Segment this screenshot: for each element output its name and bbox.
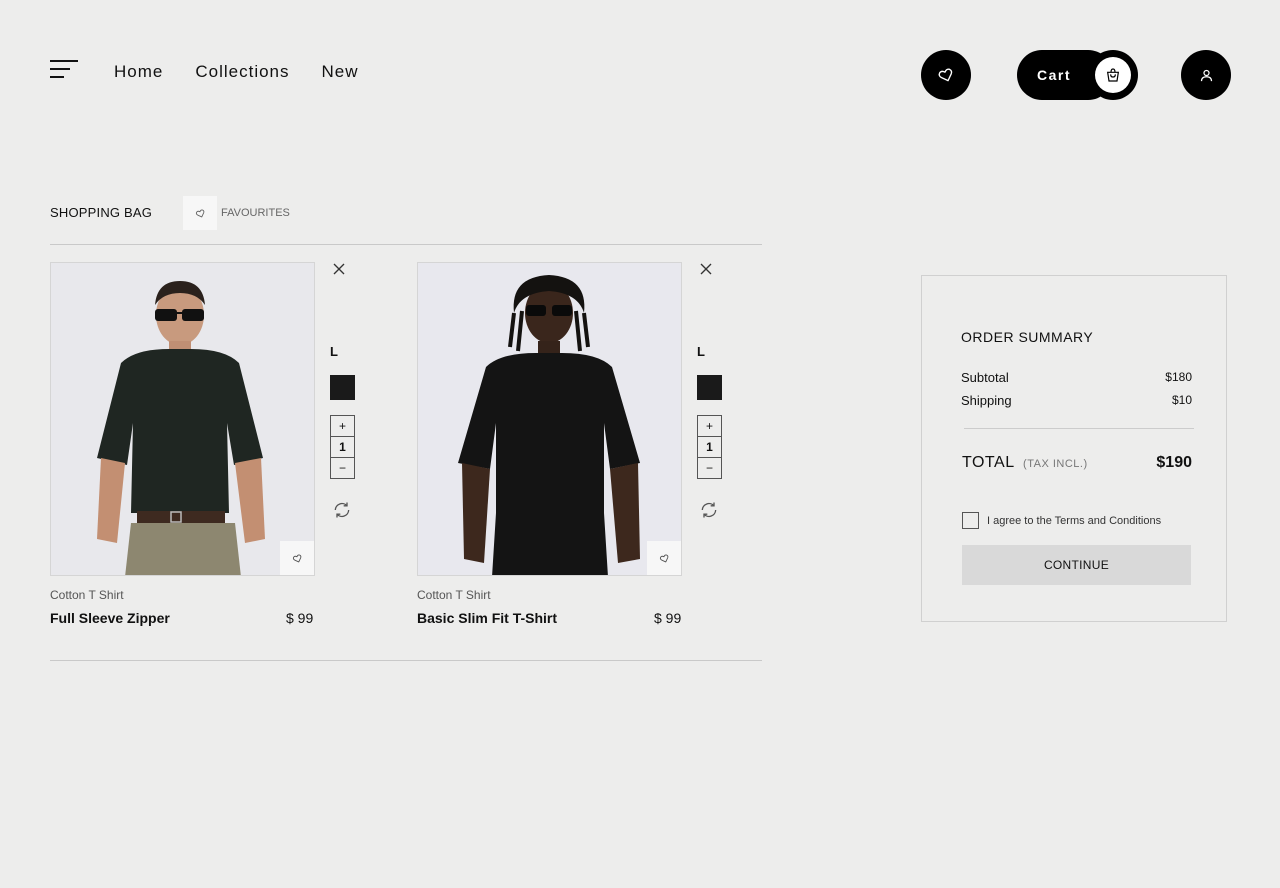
bag-item: L + 1 − Cotton T Shirt Basic Slim Fit T-…: [417, 262, 777, 642]
menu-icon[interactable]: [50, 60, 80, 80]
close-icon[interactable]: [332, 262, 346, 276]
favourites-button[interactable]: [921, 50, 971, 100]
order-summary-title: ORDER SUMMARY: [961, 329, 1094, 345]
terms-agreement: I agree to the Terms and Conditions: [962, 512, 1161, 529]
color-swatch[interactable]: [697, 375, 722, 400]
product-photo-model: [51, 263, 314, 575]
product-photo-model: [418, 263, 681, 575]
product-category: Cotton T Shirt: [417, 588, 491, 602]
shopping-bag-icon: [1106, 68, 1120, 82]
cart-label: Cart: [1037, 67, 1072, 83]
cart-icon-button[interactable]: [1088, 50, 1138, 100]
order-summary-panel: ORDER SUMMARY Subtotal $180 Shipping $10…: [921, 275, 1227, 622]
product-price: $ 99: [654, 610, 682, 626]
increment-button[interactable]: +: [330, 415, 355, 437]
subtotal-row: Subtotal $180: [961, 370, 1192, 385]
size-label: L: [697, 344, 705, 359]
quantity-stepper: + 1 −: [330, 415, 355, 479]
decrement-button[interactable]: −: [697, 457, 722, 479]
heart-icon: [292, 553, 301, 562]
shipping-label: Shipping: [961, 393, 1012, 408]
heart-icon-box: [183, 196, 217, 230]
product-image: [417, 262, 682, 576]
nav-link-new[interactable]: New: [322, 62, 359, 82]
refresh-icon[interactable]: [699, 500, 719, 520]
image-favourite-button[interactable]: [280, 541, 314, 575]
cart-icon-wrap: [1095, 57, 1131, 93]
total-value: $190: [1156, 454, 1192, 471]
shipping-row: Shipping $10: [961, 393, 1192, 408]
menu-line: [50, 60, 78, 62]
menu-line: [50, 68, 70, 70]
product-price: $ 99: [286, 610, 314, 626]
tax-note: (TAX INCL.): [1023, 458, 1088, 470]
quantity-value: 1: [330, 436, 355, 458]
subtotal-value: $180: [1165, 370, 1192, 384]
user-account-button[interactable]: [1181, 50, 1231, 100]
product-name[interactable]: Basic Slim Fit T-Shirt: [417, 610, 557, 626]
close-icon[interactable]: [699, 262, 713, 276]
product-category: Cotton T Shirt: [50, 588, 124, 602]
total-row: TOTAL (TAX INCL.) $190: [962, 454, 1192, 472]
terms-checkbox[interactable]: [962, 512, 979, 529]
tab-shopping-bag[interactable]: SHOPPING BAG: [50, 205, 152, 220]
color-swatch[interactable]: [330, 375, 355, 400]
quantity-stepper: + 1 −: [697, 415, 722, 479]
nav-link-home[interactable]: Home: [114, 62, 163, 82]
divider: [50, 244, 762, 245]
size-label: L: [330, 344, 338, 359]
bag-item: L + 1 − Cotton T Shirt Full Sleeve Zippe…: [50, 262, 410, 642]
refresh-icon[interactable]: [332, 500, 352, 520]
tab-favourites[interactable]: FAVOURITES: [183, 196, 290, 230]
heart-icon: [938, 68, 953, 82]
total-label: TOTAL: [962, 454, 1015, 471]
divider: [50, 660, 762, 661]
subtotal-label: Subtotal: [961, 370, 1009, 385]
heart-icon: [659, 553, 668, 562]
decrement-button[interactable]: −: [330, 457, 355, 479]
nav-link-collections[interactable]: Collections: [195, 62, 289, 82]
user-icon: [1200, 69, 1212, 81]
terms-label[interactable]: I agree to the Terms and Conditions: [987, 515, 1161, 527]
divider: [964, 428, 1194, 429]
quantity-value: 1: [697, 436, 722, 458]
product-name[interactable]: Full Sleeve Zipper: [50, 610, 170, 626]
increment-button[interactable]: +: [697, 415, 722, 437]
menu-line: [50, 76, 64, 78]
heart-icon: [195, 208, 204, 217]
product-image: [50, 262, 315, 576]
main-nav: Home Collections New: [114, 62, 359, 82]
tab-favourites-label: FAVOURITES: [221, 207, 290, 219]
image-favourite-button[interactable]: [647, 541, 681, 575]
shipping-value: $10: [1171, 393, 1192, 407]
continue-button[interactable]: CONTINUE: [962, 545, 1191, 585]
